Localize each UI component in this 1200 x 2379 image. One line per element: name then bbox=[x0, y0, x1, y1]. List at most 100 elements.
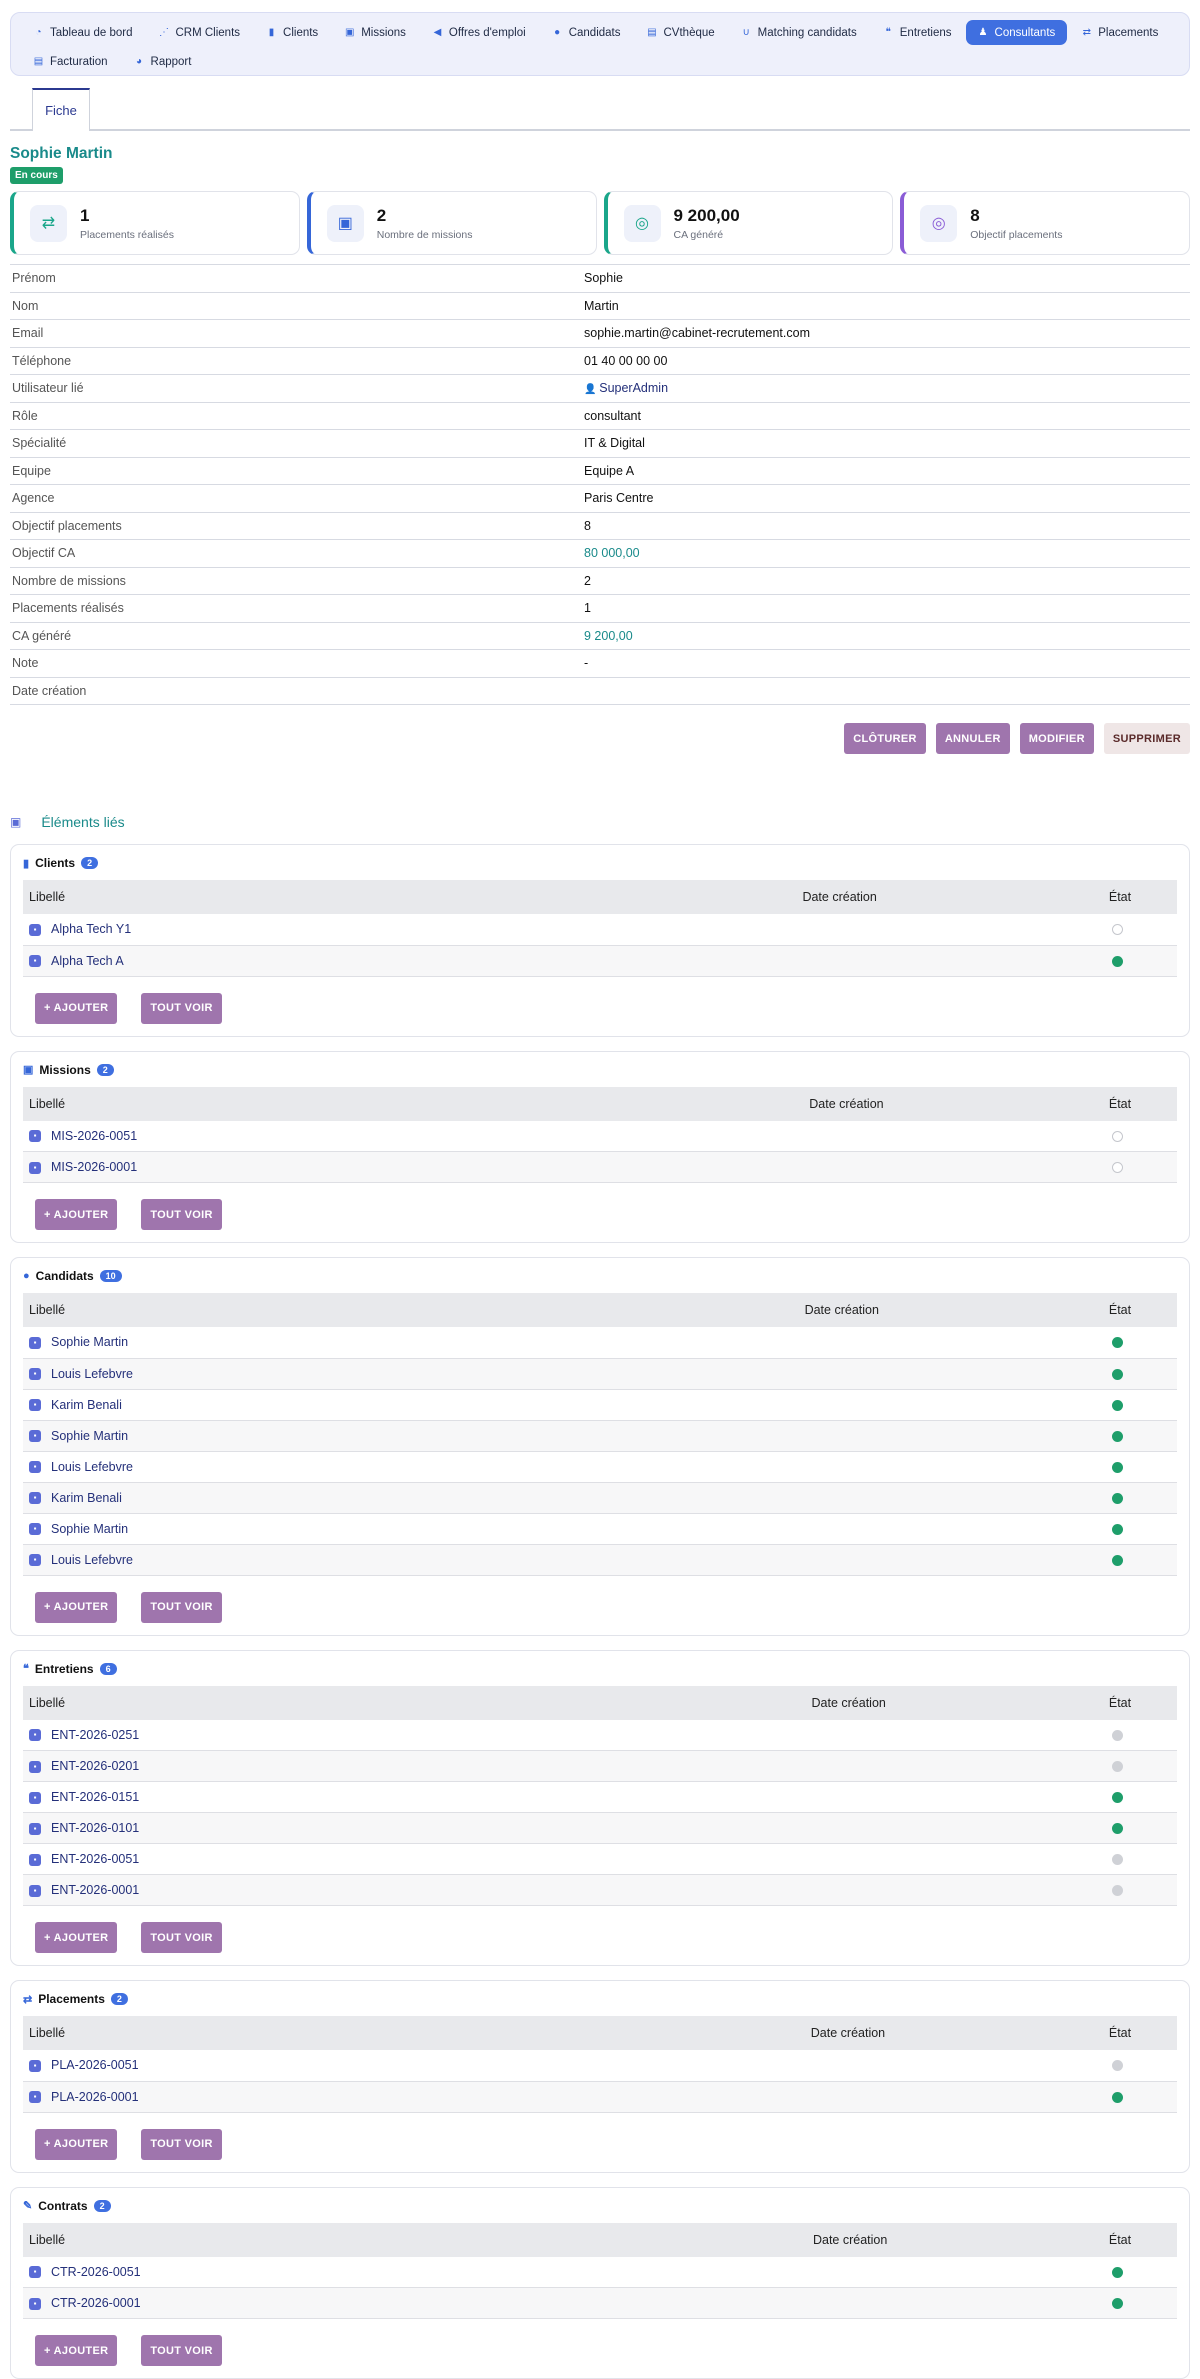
row-link[interactable]: ENT-2026-0101 bbox=[51, 1821, 139, 1835]
nav-item-offres-d-emploi[interactable]: ◀Offres d'emploi bbox=[420, 20, 538, 45]
row-state-cell bbox=[1057, 2081, 1177, 2112]
table-row[interactable]: ▪ENT-2026-0051 bbox=[23, 1844, 1177, 1875]
table-row[interactable]: ▪PLA-2026-0051 bbox=[23, 2050, 1177, 2081]
nav-item-missions[interactable]: ▣Missions bbox=[332, 20, 418, 45]
table-row[interactable]: ▪ENT-2026-0251 bbox=[23, 1720, 1177, 1751]
edit-button[interactable]: MODIFIER bbox=[1020, 723, 1094, 754]
view-all-button[interactable]: TOUT VOIR bbox=[141, 2335, 221, 2366]
field-row: PrénomSophie bbox=[10, 265, 1190, 293]
row-link[interactable]: Alpha Tech A bbox=[51, 954, 124, 968]
row-link[interactable]: Louis Lefebvre bbox=[51, 1460, 133, 1474]
table-row[interactable]: ▪Alpha Tech Y1 bbox=[23, 914, 1177, 945]
table-row[interactable]: ▪ Alpha Tech A bbox=[23, 945, 1177, 976]
row-link[interactable]: ENT-2026-0201 bbox=[51, 1759, 139, 1773]
nav-item-consultants[interactable]: ♟Consultants bbox=[966, 20, 1068, 45]
row-date-cell bbox=[621, 1420, 1057, 1451]
table-row[interactable]: ▪CTR-2026-0001 bbox=[23, 2288, 1177, 2319]
row-label-cell: ▪ENT-2026-0051 bbox=[23, 1844, 634, 1875]
add-button[interactable]: + AJOUTER bbox=[35, 2335, 117, 2366]
row-link[interactable]: Karim Benali bbox=[51, 1398, 122, 1412]
cancel-button[interactable]: ANNULER bbox=[936, 723, 1010, 754]
table-row[interactable]: ▪ENT-2026-0101 bbox=[23, 1813, 1177, 1844]
view-all-button[interactable]: TOUT VOIR bbox=[141, 993, 221, 1024]
tab-fiche[interactable]: Fiche bbox=[32, 88, 90, 131]
nav-item-cvth-que[interactable]: ▤CVthèque bbox=[635, 20, 727, 45]
table-row[interactable]: ▪PLA-2026-0001 bbox=[23, 2081, 1177, 2112]
row-link[interactable]: MIS-2026-0001 bbox=[51, 1160, 137, 1174]
view-all-button[interactable]: TOUT VOIR bbox=[141, 2129, 221, 2160]
table-row[interactable]: ▪ MIS-2026-0051 bbox=[23, 1121, 1177, 1152]
kpi-cards: ⇄1Placements réalisés▣2Nombre de mission… bbox=[10, 191, 1190, 255]
record-icon: ▪ bbox=[29, 1130, 41, 1142]
building-icon: ▮ bbox=[266, 27, 277, 38]
handshake-icon: ⇄ bbox=[1081, 27, 1092, 38]
row-link[interactable]: MIS-2026-0051 bbox=[51, 1129, 137, 1143]
row-label-cell: ▪Sophie Martin bbox=[23, 1513, 621, 1544]
kpi-label: Placements réalisés bbox=[80, 229, 174, 241]
nav-item-entretiens[interactable]: ❝Entretiens bbox=[871, 20, 964, 45]
row-link[interactable]: ENT-2026-0051 bbox=[51, 1852, 139, 1866]
field-row: Objectif CA80 000,00 bbox=[10, 540, 1190, 568]
row-link[interactable]: PLA-2026-0001 bbox=[51, 2090, 139, 2104]
table-row[interactable]: ▪Sophie Martin bbox=[23, 1513, 1177, 1544]
kpi-label: Nombre de missions bbox=[377, 229, 473, 241]
column-header-date: Date création bbox=[621, 1293, 1057, 1327]
row-link[interactable]: Louis Lefebvre bbox=[51, 1367, 133, 1381]
add-button[interactable]: + AJOUTER bbox=[35, 1592, 117, 1623]
row-link[interactable]: Alpha Tech Y1 bbox=[51, 922, 131, 936]
table-row[interactable]: ▪Sophie Martin bbox=[23, 1327, 1177, 1358]
column-header-label: Libellé bbox=[23, 1293, 621, 1327]
nav-item-crm-clients[interactable]: ⋰CRM Clients bbox=[146, 20, 252, 45]
row-link[interactable]: CTR-2026-0051 bbox=[51, 2265, 141, 2279]
add-button[interactable]: + AJOUTER bbox=[35, 1199, 117, 1230]
delete-button[interactable]: SUPPRIMER bbox=[1104, 723, 1190, 754]
field-value[interactable]: 👤 SuperAdmin bbox=[584, 381, 668, 395]
table-row[interactable]: ▪Louis Lefebvre bbox=[23, 1544, 1177, 1575]
close-record-button[interactable]: CLÔTURER bbox=[844, 723, 926, 754]
row-link[interactable]: Louis Lefebvre bbox=[51, 1553, 133, 1567]
nav-item-placements[interactable]: ⇄Placements bbox=[1069, 20, 1170, 45]
nav-item-candidats[interactable]: ●Candidats bbox=[540, 20, 633, 45]
state-dot bbox=[1112, 924, 1123, 935]
table-row[interactable]: ▪ENT-2026-0201 bbox=[23, 1751, 1177, 1782]
row-link[interactable]: Sophie Martin bbox=[51, 1429, 128, 1443]
table-row[interactable]: ▪ENT-2026-0151 bbox=[23, 1782, 1177, 1813]
row-state-cell bbox=[1057, 1544, 1177, 1575]
record-icon: ▪ bbox=[29, 955, 41, 967]
add-button[interactable]: + AJOUTER bbox=[35, 1922, 117, 1953]
row-label-cell: ▪PLA-2026-0001 bbox=[23, 2081, 633, 2112]
row-link[interactable]: ENT-2026-0151 bbox=[51, 1790, 139, 1804]
row-link[interactable]: ENT-2026-0001 bbox=[51, 1883, 139, 1897]
table-row[interactable]: ▪Louis Lefebvre bbox=[23, 1451, 1177, 1482]
view-all-button[interactable]: TOUT VOIR bbox=[141, 1922, 221, 1953]
nav-item-tableau-de-bord[interactable]: ◔Tableau de bord bbox=[21, 20, 144, 45]
row-link[interactable]: Sophie Martin bbox=[51, 1335, 128, 1349]
table-row[interactable]: ▪MIS-2026-0001 bbox=[23, 1152, 1177, 1183]
row-link[interactable]: Sophie Martin bbox=[51, 1522, 128, 1536]
table-row[interactable]: ▪CTR-2026-0051 bbox=[23, 2257, 1177, 2288]
table-row[interactable]: ▪Karim Benali bbox=[23, 1389, 1177, 1420]
row-link[interactable]: PLA-2026-0051 bbox=[51, 2058, 139, 2072]
nav-item-clients[interactable]: ▮Clients bbox=[254, 20, 330, 45]
row-label-cell: ▪ENT-2026-0201 bbox=[23, 1751, 634, 1782]
table-row[interactable]: ▪Karim Benali bbox=[23, 1482, 1177, 1513]
row-link[interactable]: ENT-2026-0251 bbox=[51, 1728, 139, 1742]
building-icon: ▮ bbox=[23, 857, 29, 870]
row-link[interactable]: CTR-2026-0001 bbox=[51, 2296, 141, 2310]
nav-item-label: Tableau de bord bbox=[50, 27, 132, 39]
table-row[interactable]: ▪ENT-2026-0001 bbox=[23, 1875, 1177, 1906]
row-date-cell bbox=[634, 1751, 1057, 1782]
add-button[interactable]: + AJOUTER bbox=[35, 2129, 117, 2160]
row-link[interactable]: Karim Benali bbox=[51, 1491, 122, 1505]
nav-item-facturation[interactable]: ▤Facturation bbox=[21, 49, 120, 74]
view-all-button[interactable]: TOUT VOIR bbox=[141, 1592, 221, 1623]
nav-item-matching-candidats[interactable]: ∪Matching candidats bbox=[729, 20, 869, 45]
section-title: Entretiens bbox=[35, 1662, 94, 1676]
table-row[interactable]: ▪Sophie Martin bbox=[23, 1420, 1177, 1451]
linked-user-link[interactable]: SuperAdmin bbox=[599, 381, 668, 395]
nav-item-rapport[interactable]: ◕Rapport bbox=[122, 49, 204, 74]
kpi-card: ◎8Objectif placements bbox=[900, 191, 1190, 255]
add-button[interactable]: + AJOUTER bbox=[35, 993, 117, 1024]
table-row[interactable]: ▪Louis Lefebvre bbox=[23, 1358, 1177, 1389]
view-all-button[interactable]: TOUT VOIR bbox=[141, 1199, 221, 1230]
